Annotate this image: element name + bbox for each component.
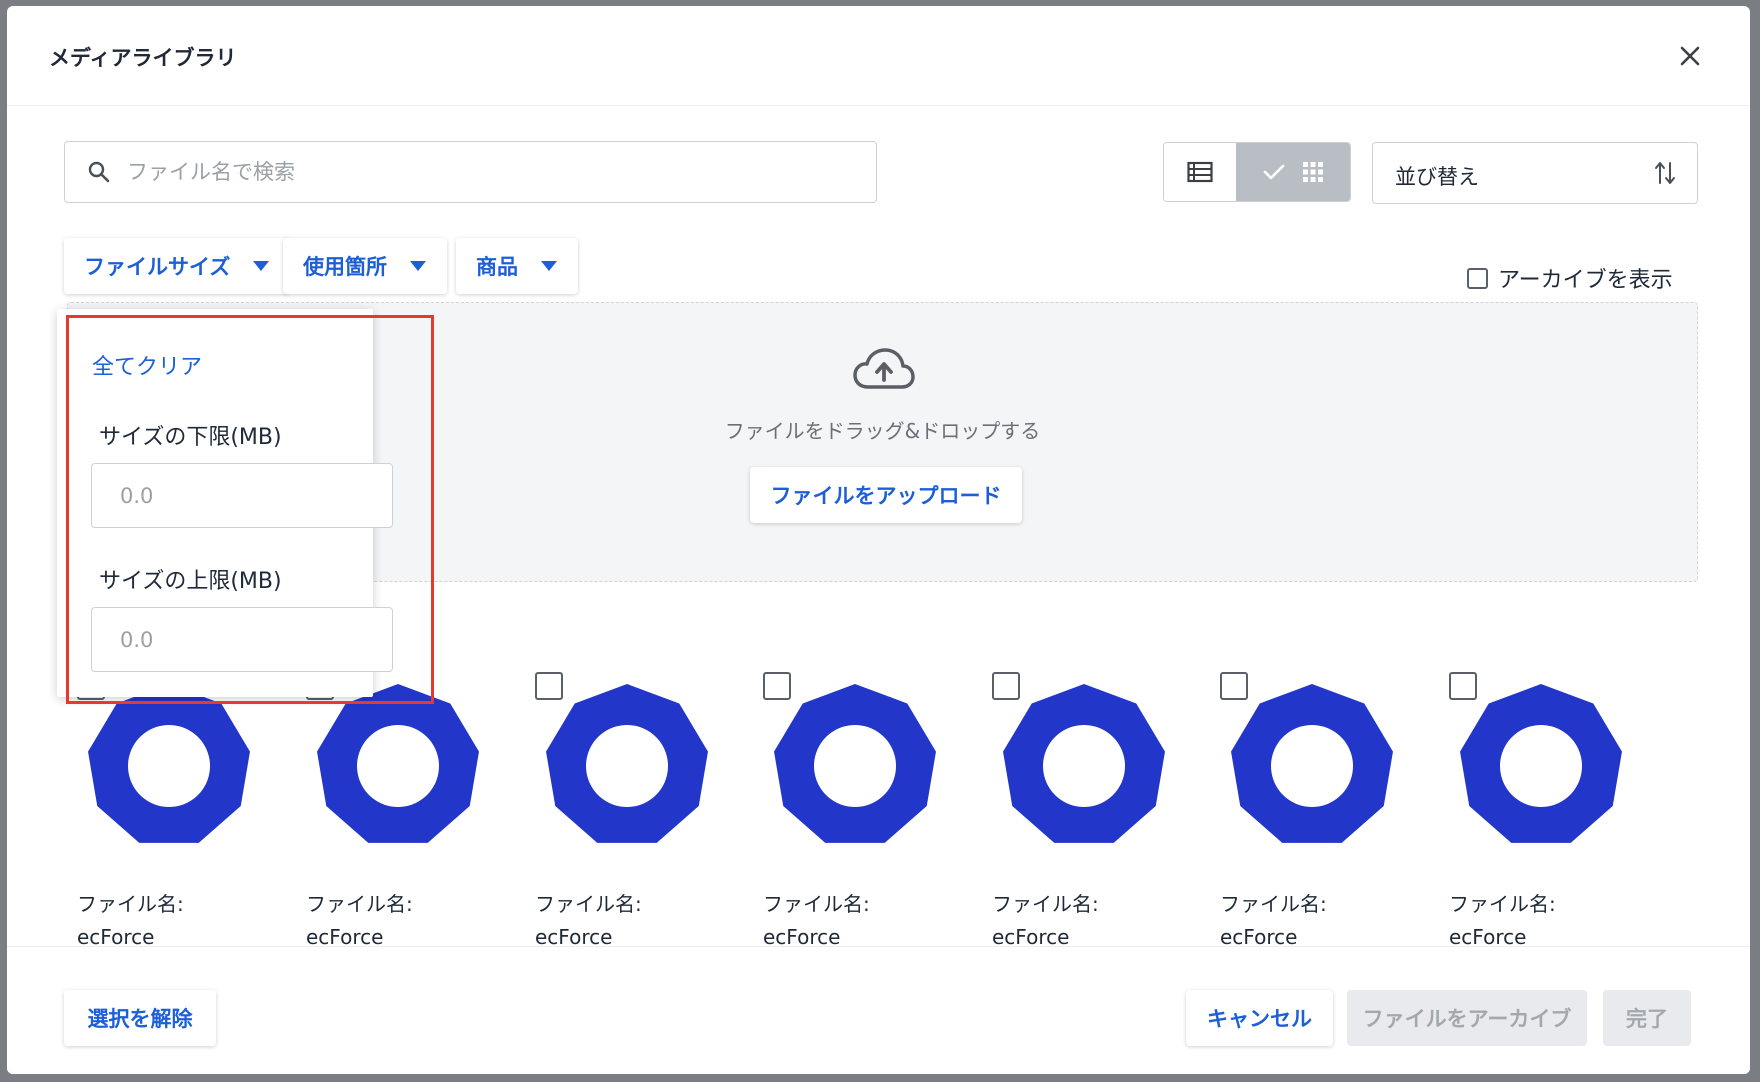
cancel-button[interactable]: キャンセル (1186, 990, 1333, 1046)
grid-view-button[interactable] (1236, 143, 1350, 201)
media-card[interactable]: ファイル名: ecForce (1449, 672, 1659, 952)
media-thumbnail (774, 684, 936, 843)
show-archive-checkbox[interactable] (1467, 267, 1488, 289)
cloud-upload-icon (853, 348, 915, 389)
file-size-filter-popover: 全てクリア サイズの下限(MB) サイズの上限(MB) (57, 309, 393, 697)
media-thumbnail (317, 684, 479, 843)
media-card[interactable]: ファイル名: ecForce (1220, 672, 1430, 952)
size-min-label: サイズの下限(MB) (99, 425, 282, 450)
media-grid: ファイル名: ecForce ファイル名: ecForce ファイル名: ecForc… (77, 672, 1717, 952)
sort-select[interactable]: 並び替え (1372, 142, 1698, 204)
list-icon (1187, 161, 1213, 183)
filter-product-button[interactable]: 商品 (456, 238, 578, 294)
clear-all-link[interactable]: 全てクリア (92, 349, 202, 381)
filter-file-size-button[interactable]: ファイルサイズ (64, 238, 291, 294)
media-thumbnail (546, 684, 708, 843)
search-input[interactable] (127, 142, 857, 202)
media-library-dialog: メディアライブラリ ファイル名で検索 並び替え ファイルサイズ 使用箇所 商品 … (7, 6, 1750, 1074)
media-filename: ファイル名: ecForce (306, 892, 413, 949)
media-filename: ファイル名: ecForce (77, 892, 184, 949)
archive-file-button[interactable]: ファイルをアーカイブ (1347, 990, 1587, 1046)
grid-icon (1303, 162, 1323, 182)
deselect-button[interactable]: 選択を解除 (64, 990, 216, 1046)
list-view-button[interactable] (1164, 143, 1236, 201)
media-thumbnail (1460, 684, 1622, 843)
show-archive-toggle[interactable]: アーカイブを表示 (1467, 262, 1673, 294)
media-card[interactable]: ファイル名: ecForce (992, 672, 1202, 952)
search-box (64, 141, 877, 203)
media-card[interactable]: ファイル名: ecForce (306, 672, 516, 952)
close-icon (1680, 46, 1700, 66)
view-toggle (1163, 142, 1351, 202)
close-button[interactable] (1672, 38, 1708, 74)
caret-down-icon (253, 261, 270, 271)
media-thumbnail (1231, 684, 1393, 843)
show-archive-label: アーカイブを表示 (1498, 268, 1673, 293)
media-thumbnail (88, 684, 250, 843)
sort-icon (1655, 162, 1675, 184)
media-card[interactable]: ファイル名: ecForce (535, 672, 745, 952)
filter-label: 使用箇所 (303, 255, 387, 279)
dialog-header: メディアライブラリ (7, 6, 1750, 106)
check-icon (1263, 164, 1285, 180)
media-filename: ファイル名: ecForce (1220, 892, 1327, 949)
media-card[interactable]: ファイル名: ecForce (763, 672, 973, 952)
filter-usage-button[interactable]: 使用箇所 (283, 238, 447, 294)
search-icon (88, 161, 110, 183)
media-filename: ファイル名: ecForce (535, 892, 642, 949)
size-max-label: サイズの上限(MB) (99, 569, 282, 594)
size-max-input[interactable] (91, 607, 393, 672)
media-card[interactable]: ファイル名: ecForce (77, 672, 287, 952)
dialog-footer: 選択を解除 キャンセル ファイルをアーカイブ 完了 (7, 946, 1750, 1074)
media-filename: ファイル名: ecForce (1449, 892, 1556, 949)
done-button[interactable]: 完了 (1603, 990, 1691, 1046)
caret-down-icon (541, 261, 557, 271)
size-min-input[interactable] (91, 463, 393, 528)
caret-down-icon (410, 261, 426, 271)
media-filename: ファイル名: ecForce (763, 892, 870, 949)
media-thumbnail (1003, 684, 1165, 843)
dialog-title: メディアライブラリ (49, 46, 237, 70)
filter-label: 商品 (476, 255, 518, 279)
sort-label: 並び替え (1395, 165, 1479, 189)
upload-file-button[interactable]: ファイルをアップロード (750, 467, 1022, 523)
media-filename: ファイル名: ecForce (992, 892, 1099, 949)
filter-label: ファイルサイズ (84, 255, 231, 279)
